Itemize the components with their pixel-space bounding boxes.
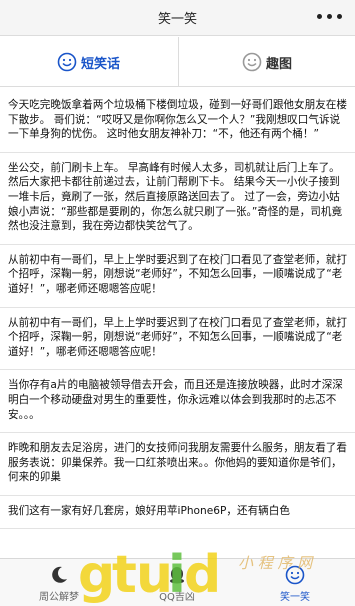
title-bar: 笑一笑	[0, 0, 355, 36]
list-item: 当你存有a片的电脑被领导借去开会，而且还是连接放映器，此时才深深明白一个移动硬盘…	[0, 370, 355, 434]
list-item: 今天吃完晚饭拿着两个垃圾桶下楼倒垃圾，碰到一好哥们跟他女朋友在楼下散步。 哥们说…	[0, 88, 355, 153]
smiley-icon	[242, 52, 262, 72]
tab-label: 趣图	[265, 56, 292, 72]
nav-laugh[interactable]: 笑一笑	[236, 559, 354, 606]
joke-list[interactable]: 今天吃完晚饭拿着两个垃圾桶下楼倒垃圾，碰到一好哥们跟他女朋友在楼下散步。 哥们说…	[0, 88, 355, 558]
tab-bar: 短笑话 趣图	[0, 37, 355, 87]
list-item: 我们这有一家有好几套房，娘好用苹iPhone6P，还有辆白色	[0, 496, 355, 530]
list-item: 从前初中有一哥们，早上上学时要迟到了在校门口看见了查堂老师，就打个招呼，深鞠一躬…	[0, 245, 355, 308]
moon-icon	[52, 566, 67, 583]
more-dots-icon[interactable]	[317, 14, 343, 20]
smiley-icon	[285, 565, 305, 585]
nav-dream-interpretation[interactable]: 周公解梦	[0, 559, 118, 606]
bottom-nav: 周公解梦 QQ吉凶 笑一笑	[0, 558, 355, 606]
qq-icon	[170, 567, 184, 584]
tab-short-jokes[interactable]: 短笑话	[0, 37, 177, 87]
nav-qq-fortune[interactable]: QQ吉凶	[118, 559, 236, 606]
nav-label: QQ吉凶	[159, 592, 195, 603]
list-item: 昨晚和朋友去足浴房，进门的女技师问我朋友需要什么服务，朋友看了看服务表说：卯巢保…	[0, 433, 355, 496]
nav-label: 笑一笑	[280, 592, 310, 603]
page-title: 笑一笑	[157, 12, 197, 27]
tab-label: 短笑话	[80, 56, 120, 72]
list-item: 坐公交，前门刷卡上车。 早高峰有时候人太多，司机就让后门上车了。 然后大家把卡都…	[0, 153, 355, 245]
nav-label: 周公解梦	[39, 592, 79, 603]
tab-funny-pictures[interactable]: 趣图	[178, 37, 355, 87]
smiley-icon	[57, 52, 77, 72]
list-item: 从前初中有一哥们，早上上学时要迟到了在校门口看见了查堂老师，就打个招呼，深鞠一躬…	[0, 308, 355, 371]
